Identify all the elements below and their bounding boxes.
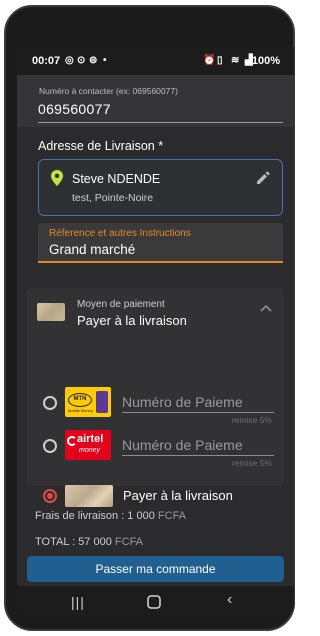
app-screen: 00:07 ◎ ⊙ ⊜ • ⏰ ▯ ≋ ▟ 100% Numéro à cont… <box>17 45 294 621</box>
airtel-money-logo: airtel money <box>65 430 111 460</box>
delivery-fees-amount: Frais de livraison : 1 000 <box>35 510 155 522</box>
back-icon[interactable]: ‹ <box>227 591 232 609</box>
airtel-logo-text: airtel <box>77 433 104 445</box>
airtel-payment-number-input[interactable] <box>122 434 274 456</box>
delivery-address-card[interactable]: Steve NDENDE test, Pointe-Noire <box>38 159 283 216</box>
status-bar: 00:07 ◎ ⊙ ⊜ • ⏰ ▯ ≋ ▟ 100% <box>17 45 294 75</box>
order-total-amount: TOTAL : 57 000 <box>35 536 112 548</box>
contact-phone-field[interactable]: Numéro à contacter (ex: 069560077) 06956… <box>17 75 294 127</box>
payment-option-cash-on-delivery[interactable]: Payer à la livraison <box>27 478 284 514</box>
wifi-icon: ≋ <box>231 55 240 66</box>
cash-banknotes-image <box>65 485 113 507</box>
chevron-up-icon[interactable] <box>260 304 272 312</box>
delivery-fees-unit: FCFA <box>157 510 187 522</box>
payment-option-mtn[interactable]: MTN Mobile Money remise 5% <box>27 385 284 425</box>
payment-option-airtel[interactable]: airtel money remise 5% <box>27 428 284 468</box>
home-icon[interactable] <box>147 595 161 614</box>
radio-airtel[interactable] <box>43 439 57 453</box>
recipient-name: Steve NDENDE <box>72 172 161 186</box>
contact-phone-value[interactable]: 069560077 <box>38 101 111 117</box>
messenger-icon: ⊙ <box>77 55 86 66</box>
field-underline-active <box>38 261 283 263</box>
radio-cash-on-delivery[interactable] <box>43 489 57 503</box>
mtn-discount: remise 5% <box>231 415 272 425</box>
order-total-unit: FCFA <box>114 536 144 548</box>
location-pin-icon <box>51 170 63 186</box>
payment-method-label: Moyen de paiement <box>77 299 165 310</box>
contact-phone-label: Numéro à contacter (ex: 069560077) <box>39 86 178 96</box>
dot-icon: • <box>103 55 107 66</box>
instructions-field[interactable]: Réference et autres Instructions Grand m… <box>38 223 283 263</box>
alarm-icon: ⏰ <box>203 55 216 66</box>
field-underline <box>38 122 283 123</box>
edit-pencil-icon[interactable] <box>256 171 270 185</box>
delivery-fees: Frais de livraison : 1 000 FCFA <box>35 510 186 522</box>
payment-method-value: Payer à la livraison <box>77 313 187 328</box>
cash-on-delivery-label: Payer à la livraison <box>123 488 233 503</box>
cash-thumbnail <box>37 303 65 321</box>
instructions-value[interactable]: Grand marché <box>49 242 135 257</box>
delivery-address-title: Adresse de Livraison * <box>38 139 164 153</box>
phone-frame: 00:07 ◎ ⊙ ⊜ • ⏰ ▯ ≋ ▟ 100% Numéro à cont… <box>4 5 295 631</box>
mtn-logo-subtext: Mobile Money <box>68 408 93 413</box>
recent-apps-icon[interactable]: ||| <box>71 594 85 610</box>
whatsapp-icon: ◎ <box>65 55 74 66</box>
order-total: TOTAL : 57 000 FCFA <box>35 536 143 548</box>
airtel-logo-subtext: money <box>79 447 101 454</box>
status-time: 00:07 <box>32 55 61 67</box>
place-order-button[interactable]: Passer ma commande <box>27 556 284 582</box>
mobile-phone-icon <box>96 391 108 413</box>
notification-icon: ⊜ <box>89 55 98 66</box>
mtn-payment-number-input[interactable] <box>122 391 274 413</box>
vibrate-icon: ▯ <box>217 55 223 66</box>
battery-level: 100% <box>251 55 280 67</box>
payment-panel: Moyen de paiement Payer à la livraison M… <box>27 288 284 507</box>
recipient-address: test, Pointe-Noire <box>72 192 154 204</box>
instructions-label: Réference et autres Instructions <box>49 228 191 239</box>
airtel-discount: remise 5% <box>231 458 272 468</box>
mtn-mobile-money-logo: MTN Mobile Money <box>65 387 111 417</box>
radio-mtn[interactable] <box>43 396 57 410</box>
airtel-swirl-icon <box>67 436 77 446</box>
mtn-logo-text: MTN <box>68 393 92 407</box>
android-nav-bar: ||| ‹ <box>17 586 294 621</box>
